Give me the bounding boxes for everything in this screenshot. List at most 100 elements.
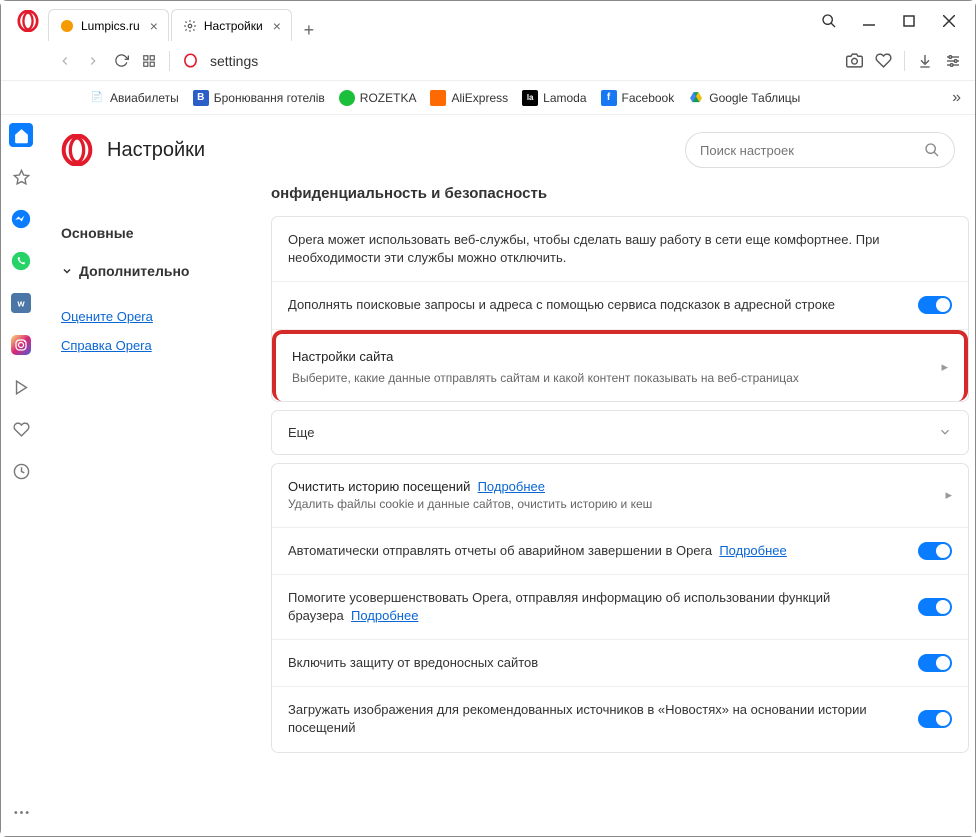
tab-strip: Lumpics.ru × Настройки × + bbox=[48, 1, 819, 41]
section-title: онфиденциальность и безопасность bbox=[271, 185, 969, 202]
bookmarks-overflow[interactable]: » bbox=[952, 89, 961, 107]
reload-button[interactable] bbox=[107, 47, 135, 75]
bookmark-item[interactable]: la Lamoda bbox=[522, 90, 586, 106]
download-icon[interactable] bbox=[917, 53, 933, 69]
tab-lumpics[interactable]: Lumpics.ru × bbox=[48, 9, 169, 41]
star-icon[interactable] bbox=[9, 165, 33, 189]
vk-icon[interactable]: w bbox=[9, 291, 33, 315]
play-icon[interactable] bbox=[9, 375, 33, 399]
back-button[interactable] bbox=[51, 47, 79, 75]
bookmark-item[interactable]: BБронювання готелів bbox=[193, 90, 325, 106]
search-icon[interactable] bbox=[819, 11, 839, 31]
toggle-switch[interactable] bbox=[918, 654, 952, 672]
bookmark-label: Авиабилеты bbox=[110, 91, 179, 105]
clear-history-link[interactable]: Подробнее bbox=[478, 479, 545, 494]
opera-menu-icon[interactable] bbox=[13, 6, 43, 36]
bookmark-item[interactable]: Google Таблицы bbox=[688, 90, 800, 106]
toggle-switch[interactable] bbox=[918, 542, 952, 560]
chevron-right-icon: ▸ bbox=[941, 359, 948, 375]
svg-text:w: w bbox=[16, 298, 25, 308]
gdrive-icon bbox=[688, 90, 704, 106]
tab-settings[interactable]: Настройки × bbox=[171, 9, 292, 41]
site-settings-sub: Выберите, какие данные отправлять сайтам… bbox=[292, 370, 929, 387]
bookmark-item[interactable]: AliExpress bbox=[430, 90, 508, 106]
aliexpress-icon bbox=[430, 90, 446, 106]
heart-sidebar-icon[interactable] bbox=[9, 417, 33, 441]
new-tab-button[interactable]: + bbox=[294, 20, 324, 41]
nav-advanced[interactable]: Дополнительно bbox=[61, 263, 251, 279]
instagram-icon[interactable] bbox=[9, 333, 33, 357]
separator bbox=[904, 51, 905, 71]
bookmark-item[interactable]: 📄 Авиабилеты bbox=[89, 90, 179, 106]
forward-button[interactable] bbox=[79, 47, 107, 75]
file-icon: 📄 bbox=[89, 90, 105, 106]
settings-nav: Основные Дополнительно Оцените Opera Спр… bbox=[41, 185, 271, 836]
more-icon[interactable] bbox=[9, 800, 33, 824]
opera-badge-icon bbox=[176, 47, 204, 75]
row-news-images: Загружать изображения для рекомендованны… bbox=[272, 687, 968, 751]
row-improve-opera: Помогите усовершенствовать Opera, отправ… bbox=[272, 575, 968, 640]
facebook-icon: f bbox=[601, 90, 617, 106]
row-malware: Включить защиту от вредоносных сайтов bbox=[272, 640, 968, 687]
bookmark-label: ROZETKA bbox=[360, 91, 417, 105]
bookmark-item[interactable]: f Facebook bbox=[601, 90, 675, 106]
row-clear-history[interactable]: Очистить историю посещений Подробнее Уда… bbox=[272, 464, 968, 528]
search-input[interactable] bbox=[700, 143, 924, 158]
rate-opera-link[interactable]: Оцените Opera bbox=[61, 309, 251, 324]
tab-label: Настройки bbox=[204, 19, 263, 33]
privacy-card-2: Очистить историю посещений Подробнее Уда… bbox=[271, 463, 969, 753]
bookmark-label: Facebook bbox=[622, 91, 675, 105]
privacy-card: Opera может использовать веб-службы, что… bbox=[271, 216, 969, 402]
crash-reports-label: Автоматически отправлять отчеты об авари… bbox=[288, 543, 712, 558]
bookmark-item[interactable]: ROZETKA bbox=[339, 90, 417, 106]
lamoda-icon: la bbox=[522, 90, 538, 106]
rozetka-icon bbox=[339, 90, 355, 106]
chevron-down-icon bbox=[938, 425, 952, 439]
address-bar: settings bbox=[1, 41, 975, 81]
nav-advanced-label: Дополнительно bbox=[79, 263, 189, 279]
toggle-switch[interactable] bbox=[918, 598, 952, 616]
heart-icon[interactable] bbox=[875, 52, 892, 69]
whatsapp-icon[interactable] bbox=[9, 249, 33, 273]
speed-dial-button[interactable] bbox=[135, 47, 163, 75]
opera-logo-icon bbox=[61, 134, 93, 166]
help-link[interactable]: Справка Opera bbox=[61, 338, 251, 353]
bookmark-label: AliExpress bbox=[451, 91, 508, 105]
more-link[interactable]: Подробнее bbox=[351, 608, 418, 623]
settings-header: Настройки bbox=[41, 115, 975, 185]
bookmark-label: Lamoda bbox=[543, 91, 586, 105]
history-icon[interactable] bbox=[9, 459, 33, 483]
row-more[interactable]: Еще bbox=[271, 410, 969, 455]
easy-setup-icon[interactable] bbox=[945, 53, 961, 69]
toggle-switch[interactable] bbox=[918, 296, 952, 314]
clear-history-sub: Удалить файлы cookie и данные сайтов, оч… bbox=[288, 496, 933, 513]
tab-label: Lumpics.ru bbox=[81, 19, 140, 33]
settings-main: онфиденциальность и безопасность Opera м… bbox=[271, 185, 975, 836]
news-images-label: Загружать изображения для рекомендованны… bbox=[288, 701, 906, 737]
malware-label: Включить защиту от вредоносных сайтов bbox=[288, 654, 906, 672]
settings-search[interactable] bbox=[685, 132, 955, 168]
left-sidebar: w bbox=[1, 115, 41, 836]
toggle-switch[interactable] bbox=[918, 710, 952, 728]
maximize-button[interactable] bbox=[899, 11, 919, 31]
close-icon[interactable]: × bbox=[150, 18, 158, 34]
close-button[interactable] bbox=[939, 11, 959, 31]
row-label: Дополнять поисковые запросы и адреса с п… bbox=[288, 296, 906, 314]
row-address-suggestions: Дополнять поисковые запросы и адреса с п… bbox=[272, 282, 968, 329]
close-icon[interactable]: × bbox=[273, 18, 281, 34]
search-icon bbox=[924, 142, 940, 158]
more-link[interactable]: Подробнее bbox=[719, 543, 786, 558]
settings-content: Настройки Основные Дополнительно Оцените… bbox=[41, 115, 975, 836]
row-site-settings[interactable]: Настройки сайта Выберите, какие данные о… bbox=[272, 330, 968, 401]
home-icon[interactable] bbox=[9, 123, 33, 147]
address-input[interactable]: settings bbox=[204, 53, 846, 69]
window-controls bbox=[819, 11, 959, 31]
separator bbox=[169, 51, 170, 71]
nav-main[interactable]: Основные bbox=[61, 225, 251, 241]
booking-icon: B bbox=[193, 90, 209, 106]
more-label: Еще bbox=[288, 425, 938, 440]
chevron-right-icon: ▸ bbox=[945, 487, 952, 503]
messenger-icon[interactable] bbox=[9, 207, 33, 231]
camera-icon[interactable] bbox=[846, 52, 863, 69]
minimize-button[interactable] bbox=[859, 11, 879, 31]
